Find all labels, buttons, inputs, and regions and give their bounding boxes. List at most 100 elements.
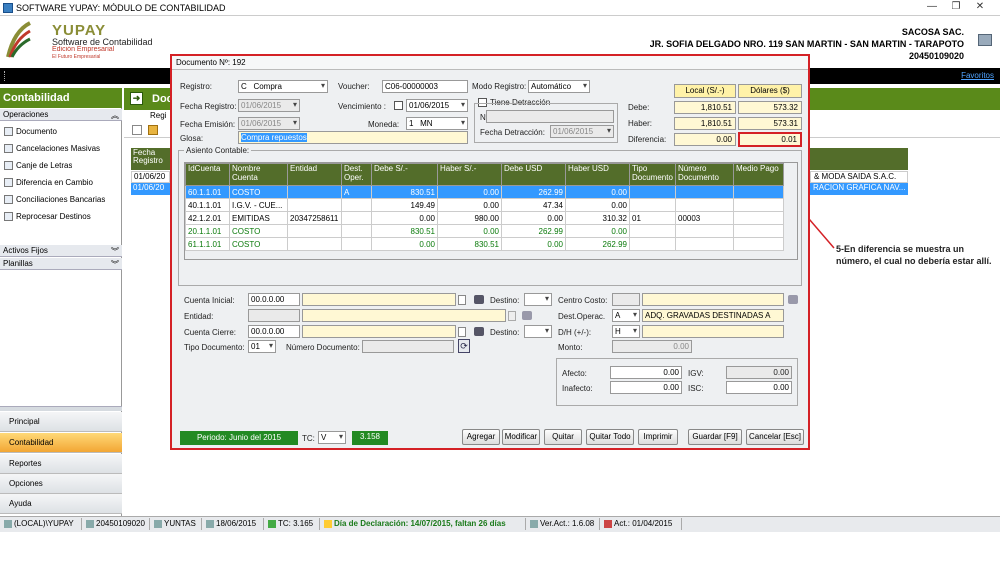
asiento-grid[interactable]: IdCuenta Nombre Cuenta Entidad Dest. Ope… (184, 162, 798, 260)
nav-bottom-principal[interactable]: Principal (0, 412, 122, 432)
agregar-button[interactable]: Agregar (462, 429, 500, 445)
entidad-field[interactable] (248, 309, 300, 322)
expand-icon[interactable]: ︾ (111, 246, 119, 256)
col-haber[interactable]: Haber S/.- (437, 163, 502, 186)
cuenta-cierre-field[interactable]: 00.0.0.00 (248, 325, 300, 338)
bg-row-fecha[interactable]: 01/06/20 (131, 171, 170, 183)
nav-section-label: Planillas (3, 259, 33, 268)
dest-operac-select[interactable]: A (612, 309, 640, 322)
vencimiento-checkbox[interactable] (394, 101, 403, 110)
new-icon[interactable] (132, 125, 142, 135)
numero-doc-field[interactable] (362, 340, 454, 353)
igv-field[interactable]: 0.00 (726, 366, 792, 379)
col-dest[interactable]: Dest. Oper. (341, 163, 372, 186)
grip-handle[interactable] (4, 71, 6, 81)
bg-row-fecha[interactable]: 01/06/20 (131, 183, 170, 195)
nav-item-diferencia[interactable]: Diferencia en Cambio (4, 178, 93, 188)
cancelar-button[interactable]: Cancelar [Esc] (746, 429, 804, 445)
glosa-field[interactable]: Compra repuestos (238, 131, 468, 144)
tipo-doc-select[interactable]: 01 (248, 340, 276, 353)
server-icon (4, 519, 12, 528)
col-idcuenta[interactable]: IdCuenta (185, 163, 230, 186)
col-debe-usd[interactable]: Debe USD (501, 163, 566, 186)
binoculars-icon[interactable] (788, 295, 798, 304)
table-row[interactable]: 61.1.1.01 COSTO 0.00 830.51 0.00 262.99 (185, 237, 784, 251)
isc-field[interactable]: 0.00 (726, 381, 792, 394)
collapse-icon[interactable]: ︽ (111, 110, 119, 120)
yupay-logo-icon (6, 21, 31, 58)
dh-select[interactable]: H (612, 325, 640, 338)
centro-costo-field[interactable] (612, 293, 640, 306)
nav-section-operaciones[interactable]: Operaciones ︽ (0, 109, 122, 121)
bg-subtab[interactable]: Regi (150, 111, 166, 120)
maximize-icon[interactable]: ❐ (944, 1, 968, 14)
table-row[interactable]: 42.1.2.01 EMITIDAS 20347258611 0.00 980.… (185, 211, 784, 225)
document-icon[interactable] (458, 295, 466, 305)
debe-usd-value: 573.32 (738, 101, 802, 114)
cell-medio (733, 237, 784, 251)
cuenta-inicial-field[interactable]: 00.0.0.00 (248, 293, 300, 306)
destino-select[interactable] (524, 293, 552, 306)
cell-entidad (287, 198, 342, 212)
table-row[interactable]: 20.1.1.01 COSTO 830.51 0.00 262.99 0.00 (185, 224, 784, 238)
nav-item-documento[interactable]: Documento (4, 127, 57, 137)
nav-bottom-opciones[interactable]: Opciones (0, 474, 122, 494)
nav-bottom-contabilidad[interactable]: Contabilidad (0, 433, 122, 453)
tc-select[interactable]: V (318, 431, 346, 444)
window-title: SOFTWARE YUPAY: MÓDULO DE CONTABILIDAD (16, 3, 226, 13)
table-row[interactable]: 40.1.1.01 I.G.V. - CUE... 149.49 0.00 47… (185, 198, 784, 212)
nav-item-canje[interactable]: Canje de Letras (4, 161, 72, 171)
col-tipo[interactable]: Tipo Documento (629, 163, 676, 186)
nav-bottom-reportes[interactable]: Reportes (0, 454, 122, 474)
table-row[interactable]: 60.1.1.01 COSTO A 830.51 0.00 262.99 0.0… (185, 185, 784, 199)
refresh-icon[interactable]: ⟳ (458, 339, 470, 353)
vencimiento-field[interactable]: 01/06/2015 (406, 99, 468, 112)
imprimir-button[interactable]: Imprimir (638, 429, 678, 445)
minimize-icon[interactable]: — (920, 1, 944, 14)
nro-detraccion-field[interactable] (486, 110, 614, 123)
inafecto-field[interactable]: 0.00 (610, 381, 682, 394)
bg-col-fecha[interactable]: Fecha Registro (131, 148, 170, 170)
splitter-handle[interactable] (0, 406, 122, 411)
nav-section-activos[interactable]: Activos Fijos ︾ (0, 245, 122, 257)
nav-bottom-ayuda[interactable]: Ayuda (0, 494, 122, 514)
favorites-link[interactable]: Favoritos (961, 71, 994, 80)
expand-icon[interactable]: ︾ (111, 259, 119, 269)
binoculars-icon[interactable] (522, 311, 532, 320)
modo-select[interactable]: Automático (528, 80, 590, 93)
nav-section-planillas[interactable]: Planillas ︾ (0, 258, 122, 270)
settings-icon[interactable] (978, 34, 992, 46)
moneda-label: Moneda: (368, 120, 400, 129)
summary-usd-header: Dólares ($) (738, 84, 802, 98)
nav-item-reprocesar[interactable]: Reprocesar Destinos (4, 212, 91, 222)
document-icon[interactable] (458, 327, 466, 337)
col-nombre[interactable]: Nombre Cuenta (229, 163, 288, 186)
binoculars-icon[interactable] (474, 295, 484, 304)
cell-id: 42.1.2.01 (185, 211, 230, 225)
col-haber-usd[interactable]: Haber USD (565, 163, 630, 186)
quitar-button[interactable]: Quitar (544, 429, 582, 445)
col-entidad[interactable]: Entidad (287, 163, 342, 186)
binoculars-icon[interactable] (474, 327, 484, 336)
registro-select[interactable]: C Compra (238, 80, 328, 93)
nav-item-cancelaciones[interactable]: Cancelaciones Masivas (4, 144, 100, 154)
moneda-select[interactable]: 1 MN (406, 117, 468, 130)
modificar-button[interactable]: Modificar (502, 429, 540, 445)
destino-cierre-select[interactable] (524, 325, 552, 338)
diferencia-label: Diferencia: (628, 135, 667, 144)
fecha-registro-field[interactable]: 01/06/2015 (238, 99, 300, 112)
close-icon[interactable]: ✕ (968, 1, 992, 14)
voucher-field[interactable]: C06-00000003 (382, 80, 468, 93)
document-icon[interactable] (508, 311, 516, 321)
col-medio[interactable]: Medio Pago (733, 163, 784, 186)
edit-icon[interactable] (148, 125, 158, 135)
fecha-emision-field[interactable]: 01/06/2015 (238, 117, 300, 130)
quitar-todo-button[interactable]: Quitar Todo (586, 429, 634, 445)
fecha-detraccion-field[interactable]: 01/06/2015 (550, 125, 614, 138)
afecto-field[interactable]: 0.00 (610, 366, 682, 379)
col-debe[interactable]: Debe S/.- (371, 163, 438, 186)
guardar-button[interactable]: Guardar [F9] (688, 429, 742, 445)
col-numero[interactable]: Número Documento (675, 163, 734, 186)
nav-item-conciliaciones[interactable]: Conciliaciones Bancarias (4, 195, 105, 205)
monto-field[interactable]: 0.00 (612, 340, 692, 353)
